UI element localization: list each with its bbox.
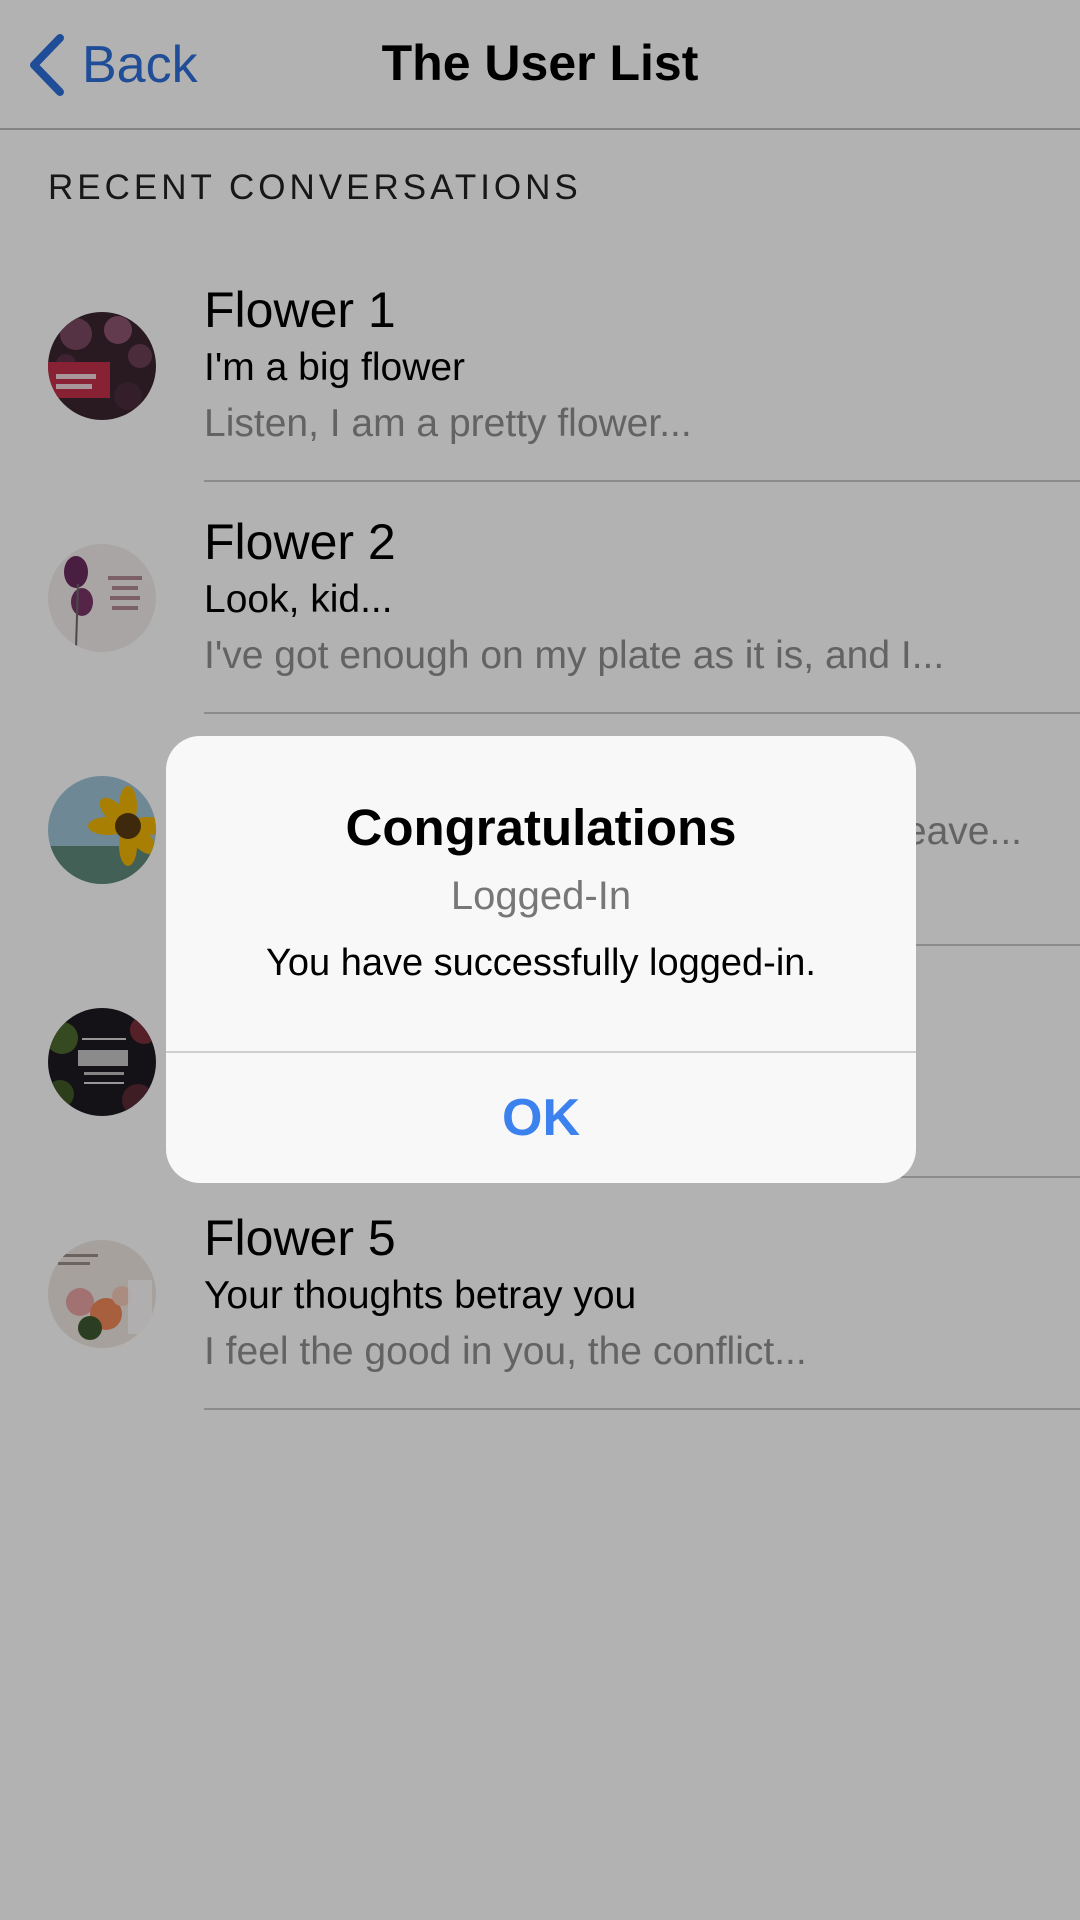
alert-title: Congratulations [345,799,737,856]
alert-dialog: Congratulations Logged-In You have succe… [166,736,916,1183]
alert-message: You have successfully logged-in. [266,942,816,984]
ok-button[interactable]: OK [166,1053,916,1183]
alert-subtitle: Logged-In [450,874,632,918]
